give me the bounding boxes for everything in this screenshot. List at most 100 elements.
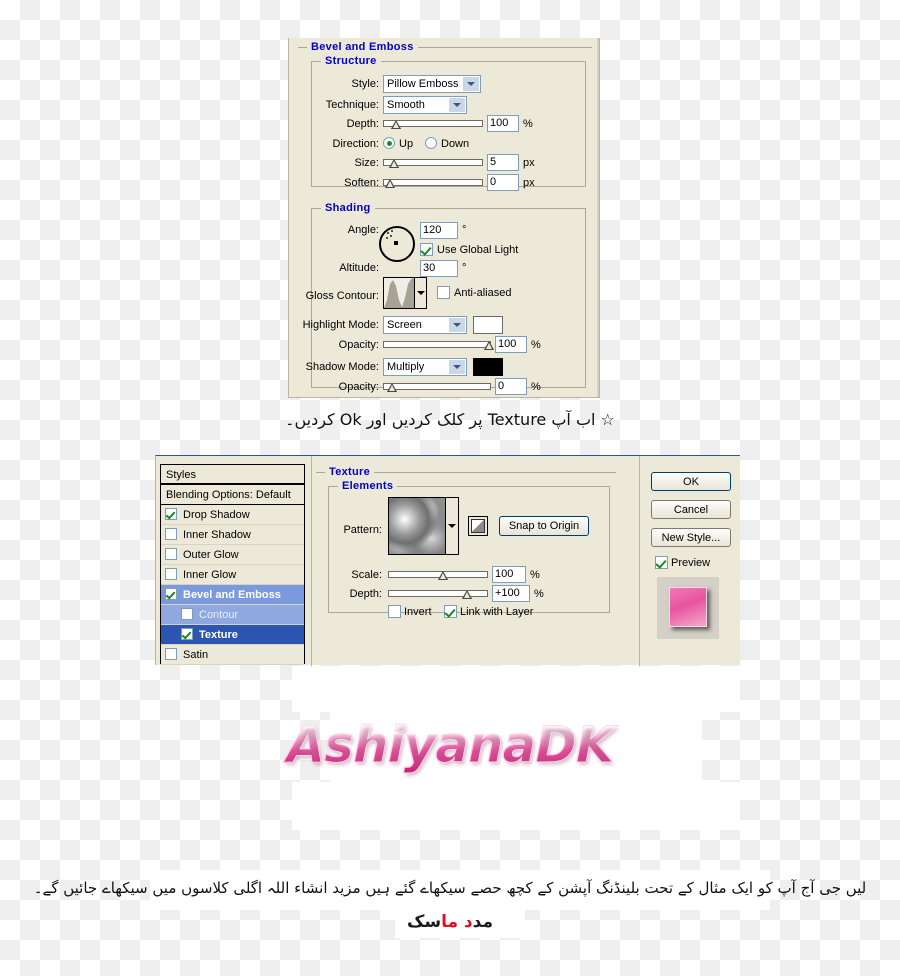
page-whitespace <box>292 666 740 712</box>
signature: مدد ماسک <box>0 908 900 936</box>
soften-value-field[interactable]: 0 <box>487 174 519 191</box>
highlight-opacity-thumb[interactable] <box>484 341 494 350</box>
angle-unit: ° <box>462 224 467 236</box>
layer-style-dialog: Styles Blending Options: Default Drop Sh… <box>155 455 740 666</box>
angle-label: Angle: <box>347 224 379 236</box>
angle-value-field[interactable]: 120 <box>420 222 458 239</box>
shadow-opacity-field[interactable]: 0 <box>495 378 527 395</box>
inner-glow-checkbox[interactable] <box>165 568 177 580</box>
texture-group-title: Texture <box>325 466 375 478</box>
styles-list[interactable]: Styles Blending Options: Default Drop Sh… <box>160 464 305 665</box>
anti-aliased-checkbox[interactable] <box>437 286 450 299</box>
shadow-opacity-slider[interactable] <box>383 381 491 393</box>
technique-combobox[interactable]: Smooth <box>383 96 467 114</box>
chevron-down-icon[interactable] <box>448 98 465 112</box>
style-item-label: Inner Glow <box>183 569 237 581</box>
scale-slider-thumb[interactable] <box>438 571 448 580</box>
direction-down-label[interactable]: Down <box>441 138 469 150</box>
chevron-down-icon <box>448 524 456 528</box>
depth-slider[interactable] <box>383 118 483 130</box>
ashiyanadk-logo: AshiyanaDK <box>0 712 900 782</box>
pattern-thumbnail[interactable] <box>388 497 446 555</box>
use-global-light-label[interactable]: Use Global Light <box>437 244 518 256</box>
invert-checkbox[interactable] <box>388 605 401 618</box>
pattern-dropdown-button[interactable] <box>446 497 459 555</box>
new-style-button[interactable]: New Style... <box>651 528 731 547</box>
chevron-down-icon[interactable] <box>462 77 479 91</box>
shadow-mode-combobox[interactable]: Multiply <box>383 358 467 376</box>
shadow-opacity-track <box>383 383 491 390</box>
inner-shadow-checkbox[interactable] <box>165 528 177 540</box>
angle-dial[interactable] <box>379 226 415 262</box>
signature-red: د ما <box>441 912 473 932</box>
texture-depth-field[interactable]: +100 <box>492 585 530 602</box>
invert-label[interactable]: Invert <box>404 606 432 618</box>
link-with-layer-checkbox[interactable] <box>444 605 457 618</box>
highlight-opacity-field[interactable]: 100 <box>495 336 527 353</box>
snap-to-origin-button[interactable]: Snap to Origin <box>499 516 589 536</box>
signature-black-right: سک <box>406 912 442 932</box>
ok-button[interactable]: OK <box>651 472 731 491</box>
texture-checkbox[interactable] <box>181 628 193 640</box>
style-item-bevel-and-emboss[interactable]: Bevel and Emboss <box>161 585 304 605</box>
style-value: Pillow Emboss <box>387 78 459 90</box>
chevron-down-icon[interactable] <box>448 318 465 332</box>
style-item-inner-shadow[interactable]: Inner Shadow <box>161 525 304 545</box>
drop-shadow-checkbox[interactable] <box>165 508 177 520</box>
soften-slider[interactable] <box>383 177 483 189</box>
soften-unit: px <box>523 177 535 189</box>
texture-depth-slider[interactable] <box>388 588 488 600</box>
style-item-drop-shadow[interactable]: Drop Shadow <box>161 505 304 525</box>
style-combobox[interactable]: Pillow Emboss <box>383 75 481 93</box>
scale-slider[interactable] <box>388 569 488 581</box>
gloss-contour-thumbnail[interactable] <box>383 277 415 309</box>
shading-group-title: Shading <box>321 202 375 214</box>
style-item-outer-glow[interactable]: Outer Glow <box>161 545 304 565</box>
angle-dial-tick <box>386 237 388 239</box>
technique-label: Technique: <box>325 99 379 111</box>
dialog-right-edge <box>597 38 599 397</box>
texture-depth-thumb[interactable] <box>462 590 472 599</box>
chevron-down-icon[interactable] <box>448 360 465 374</box>
gloss-contour-dropdown-button[interactable] <box>415 277 427 309</box>
link-with-layer-label[interactable]: Link with Layer <box>460 606 533 618</box>
use-global-light-checkbox[interactable] <box>420 243 433 256</box>
anti-aliased-label[interactable]: Anti-aliased <box>454 287 511 299</box>
instruction-caption-1: ☆ اب آپ Texture پر کلک کردیں اور Ok کردی… <box>0 405 900 437</box>
direction-up-radio[interactable] <box>383 137 395 149</box>
scale-value-field[interactable]: 100 <box>492 566 526 583</box>
altitude-value-field[interactable]: 30 <box>420 260 458 277</box>
shadow-color-swatch[interactable] <box>473 358 503 376</box>
bevel-emboss-dialog: Bevel and Emboss Structure Style: Pillow… <box>288 38 600 398</box>
size-label: Size: <box>354 157 379 169</box>
highlight-color-swatch[interactable] <box>473 316 503 334</box>
pattern-label: Pattern: <box>343 524 382 536</box>
size-slider[interactable] <box>383 157 483 169</box>
bevel-emboss-checkbox[interactable] <box>165 588 177 600</box>
soften-slider-thumb[interactable] <box>385 179 395 188</box>
size-value-field[interactable]: 5 <box>487 154 519 171</box>
preview-label[interactable]: Preview <box>671 557 710 569</box>
angle-dial-tick <box>391 230 393 232</box>
size-slider-thumb[interactable] <box>389 159 399 168</box>
style-item-satin[interactable]: Satin <box>161 645 304 665</box>
style-item-label: Drop Shadow <box>183 509 250 521</box>
cancel-button[interactable]: Cancel <box>651 500 731 519</box>
outer-glow-checkbox[interactable] <box>165 548 177 560</box>
texture-depth-label: Depth: <box>349 588 382 600</box>
depth-value-field[interactable]: 100 <box>487 115 519 132</box>
preview-checkbox[interactable] <box>655 556 668 569</box>
direction-up-label[interactable]: Up <box>399 138 413 150</box>
highlight-mode-combobox[interactable]: Screen <box>383 316 467 334</box>
satin-checkbox[interactable] <box>165 648 177 660</box>
highlight-opacity-slider[interactable] <box>383 339 494 351</box>
direction-down-radio[interactable] <box>425 137 437 149</box>
blending-options-row[interactable]: Blending Options: Default <box>161 485 304 505</box>
style-item-contour[interactable]: Contour <box>161 605 304 625</box>
style-item-inner-glow[interactable]: Inner Glow <box>161 565 304 585</box>
style-item-texture[interactable]: Texture <box>161 625 304 645</box>
new-preset-button[interactable] <box>468 516 488 536</box>
contour-checkbox[interactable] <box>181 608 193 620</box>
shadow-opacity-thumb[interactable] <box>387 383 397 392</box>
depth-slider-thumb[interactable] <box>391 120 401 129</box>
